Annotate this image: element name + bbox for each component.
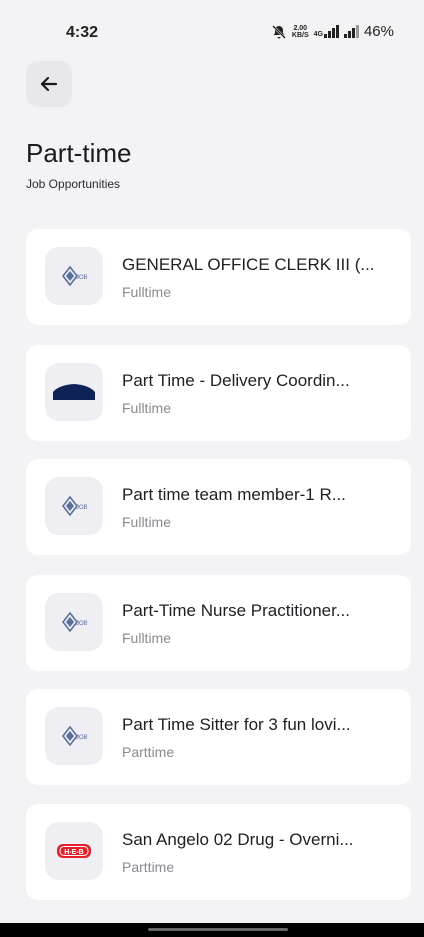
signal-icon-1 — [323, 25, 339, 38]
job-title: San Angelo 02 Drug - Overni... — [122, 830, 354, 849]
status-bar: 4:32 2.00 KB/S 4G 46% — [0, 0, 424, 62]
job-card[interactable]: JOB Part Time Sitter for 3 fun lovi... P… — [26, 689, 411, 785]
status-icons: 2.00 KB/S 4G 46% — [271, 23, 394, 40]
svg-text:H-E-B: H-E-B — [64, 849, 83, 856]
battery-percent: 46% — [363, 23, 394, 40]
job-card[interactable]: JOB GENERAL OFFICE CLERK III (... Fullti… — [26, 229, 411, 325]
job-card[interactable]: Part Time - Delivery Coordin... Fulltime — [26, 345, 411, 441]
company-logo: JOB — [45, 593, 103, 651]
heb-logo-icon: H-E-B — [57, 844, 91, 858]
arrow-left-icon — [40, 76, 58, 92]
job-logo-icon: JOB — [61, 611, 87, 633]
company-logo — [45, 363, 103, 421]
company-logo: JOB — [45, 707, 103, 765]
job-title: Part-Time Nurse Practitioner... — [122, 601, 350, 620]
company-logo: JOB — [45, 477, 103, 535]
network-speed-unit: KB/S — [291, 31, 309, 39]
job-card[interactable]: JOB Part-Time Nurse Practitioner... Full… — [26, 575, 411, 671]
network-speed-value: 2.00 — [293, 24, 308, 32]
job-type: Fulltime — [122, 400, 172, 416]
back-button[interactable] — [26, 61, 72, 107]
job-logo-icon: JOB — [61, 265, 87, 287]
page-subtitle: Job Opportunities — [26, 177, 121, 191]
svg-text:JOB: JOB — [76, 505, 87, 511]
job-title: Part time team member-1 R... — [122, 485, 346, 504]
company-logo: JOB — [45, 247, 103, 305]
mute-bell-icon — [272, 24, 286, 39]
home-handle[interactable] — [148, 928, 288, 931]
job-type: Fulltime — [122, 630, 172, 646]
job-title: GENERAL OFFICE CLERK III (... — [122, 255, 375, 274]
svg-text:JOB: JOB — [76, 621, 87, 627]
network-speed: 2.00 KB/S — [292, 25, 309, 39]
job-type: Parttime — [122, 859, 175, 875]
job-card[interactable]: H-E-B San Angelo 02 Drug - Overni... Par… — [26, 804, 411, 900]
job-logo-icon: JOB — [61, 495, 87, 517]
system-nav-bar — [0, 923, 424, 937]
job-title: Part Time Sitter for 3 fun lovi... — [122, 715, 351, 734]
svg-text:JOB: JOB — [76, 275, 87, 281]
signal-icon-2 — [343, 25, 359, 38]
job-type: Parttime — [122, 744, 175, 760]
job-title: Part Time - Delivery Coordin... — [122, 371, 350, 390]
svg-text:JOB: JOB — [76, 735, 87, 741]
status-time: 4:32 — [66, 24, 99, 41]
navy-awning-logo-icon — [53, 384, 95, 400]
page-title: Part-time — [26, 138, 132, 168]
job-type: Fulltime — [122, 284, 172, 300]
network-type: 4G — [313, 31, 323, 38]
job-card[interactable]: JOB Part time team member-1 R... Fulltim… — [26, 459, 411, 555]
job-logo-icon: JOB — [61, 725, 87, 747]
company-logo: H-E-B — [45, 822, 103, 880]
job-type: Fulltime — [122, 514, 172, 530]
